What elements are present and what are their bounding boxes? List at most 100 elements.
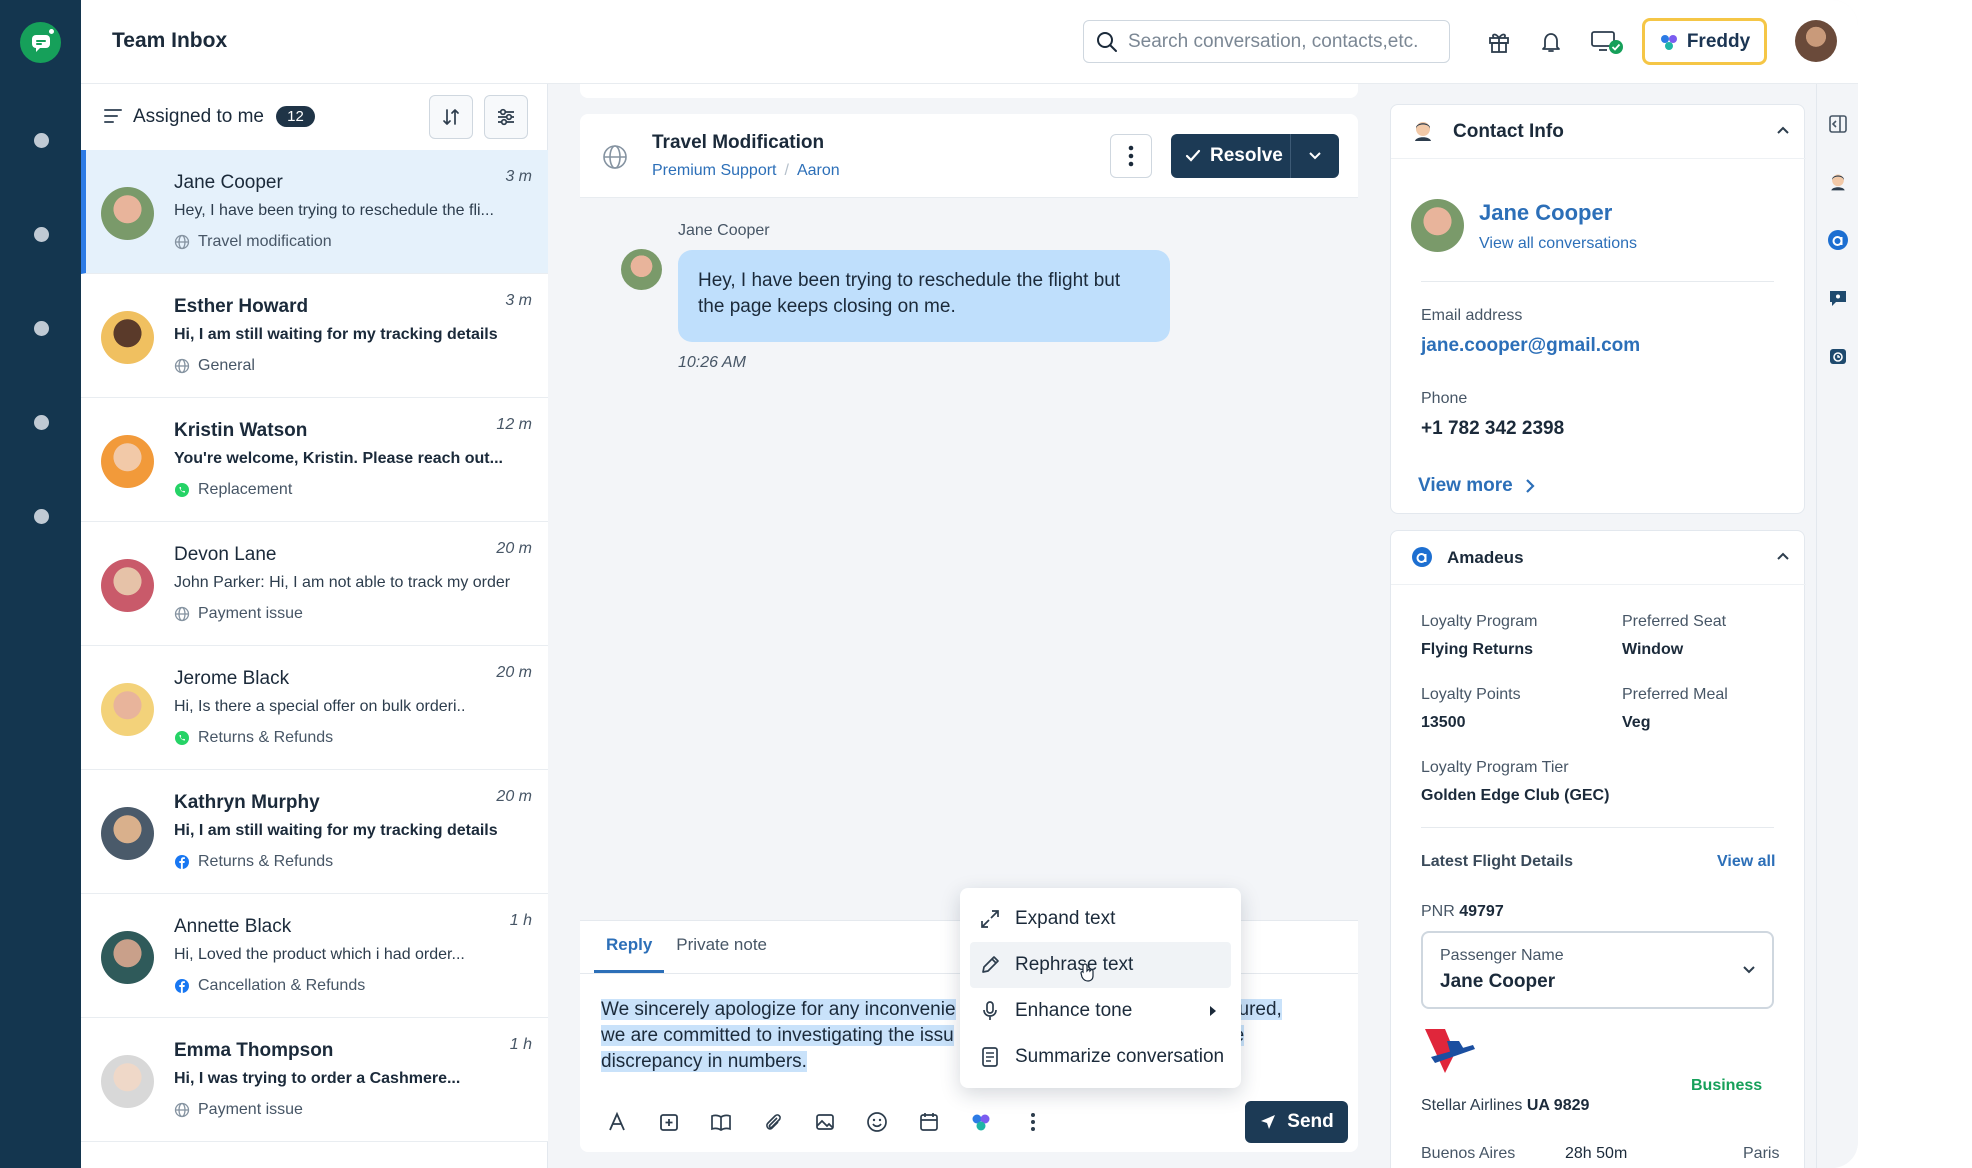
conversation-count-badge: 12 bbox=[276, 106, 315, 127]
bell-icon[interactable] bbox=[1536, 27, 1566, 57]
sender-avatar bbox=[621, 249, 662, 290]
passenger-select[interactable]: Passenger Name Jane Cooper bbox=[1421, 931, 1774, 1009]
nav-item-3[interactable] bbox=[34, 321, 49, 336]
conversation-tag: Replacement bbox=[174, 481, 292, 499]
conversation-row[interactable]: Jane Cooper 3 m Hey, I have been trying to… bbox=[81, 150, 548, 274]
search-input[interactable] bbox=[1128, 30, 1428, 53]
amadeus-app-icon[interactable] bbox=[1826, 228, 1850, 252]
more-tools-icon[interactable] bbox=[1020, 1109, 1046, 1135]
divider bbox=[1421, 827, 1774, 828]
conversation-tag-label: Travel modification bbox=[198, 233, 332, 250]
conversation-preview: You're welcome, Kristin. Please reach ou… bbox=[174, 450, 503, 467]
nav-item-4[interactable] bbox=[34, 415, 49, 430]
agent-status-icon[interactable] bbox=[1589, 27, 1625, 57]
emoji-icon[interactable] bbox=[864, 1109, 890, 1135]
menu-item-rephrase-text[interactable]: Rephrase text bbox=[970, 942, 1231, 988]
contact-phone: +1 782 342 2398 bbox=[1421, 418, 1565, 439]
view-all-flights-link[interactable]: View all bbox=[1717, 853, 1775, 871]
conversation-row[interactable]: Annette Black 1 h Hi, Loved the product wh… bbox=[81, 894, 548, 1018]
conversation-tag-label: Payment issue bbox=[198, 1101, 303, 1118]
conversation-contact-name: Annette Black bbox=[174, 916, 292, 937]
calendar-icon[interactable] bbox=[916, 1109, 942, 1135]
gift-icon[interactable] bbox=[1484, 27, 1514, 57]
conversation-row[interactable]: Devon Lane 20 m John Parker: Hi, I am not … bbox=[81, 522, 548, 646]
resolve-dropdown-button[interactable] bbox=[1291, 151, 1338, 161]
collapse-panel-icon[interactable] bbox=[1826, 112, 1850, 136]
conversation-row[interactable]: Jerome Black 20 m Hi, Is there a special o… bbox=[81, 646, 548, 770]
contact-app-icon[interactable] bbox=[1826, 170, 1850, 194]
more-options-button[interactable] bbox=[1110, 134, 1152, 178]
sort-button[interactable] bbox=[429, 95, 473, 139]
user-avatar[interactable] bbox=[1795, 20, 1837, 62]
conversation-row[interactable]: Esther Howard 3 m Hi, I am still waiting f… bbox=[81, 274, 548, 398]
freddy-ai-button[interactable]: Freddy bbox=[1642, 18, 1767, 65]
contact-avatar bbox=[101, 1055, 154, 1108]
text-format-icon[interactable] bbox=[604, 1109, 630, 1135]
web-channel-icon bbox=[602, 144, 628, 170]
view-more-link[interactable]: View more bbox=[1418, 475, 1535, 497]
preferred-meal-label: Preferred Meal bbox=[1622, 686, 1728, 703]
canned-response-icon[interactable] bbox=[656, 1109, 682, 1135]
contact-avatar bbox=[101, 187, 154, 240]
nav-item-1[interactable] bbox=[34, 133, 49, 148]
contact-avatar bbox=[101, 559, 154, 612]
filter-label[interactable]: Assigned to me bbox=[133, 106, 264, 128]
menu-item-enhance-tone[interactable]: Enhance tone bbox=[970, 988, 1231, 1034]
group-link[interactable]: Premium Support bbox=[652, 162, 777, 180]
filter-menu-icon[interactable] bbox=[103, 107, 123, 125]
pen-icon bbox=[979, 954, 1001, 976]
composer-tabs: Reply Private note bbox=[594, 921, 779, 973]
conversation-preview: John Parker: Hi, I am not able to track … bbox=[174, 574, 511, 591]
conversation-tag-label: Cancellation & Refunds bbox=[198, 977, 366, 994]
chevron-up-icon[interactable] bbox=[1776, 125, 1790, 135]
flight-duration: 28h 50m bbox=[1565, 1145, 1628, 1162]
resolve-button[interactable]: Resolve bbox=[1171, 134, 1291, 178]
contact-email[interactable]: jane.cooper@gmail.com bbox=[1421, 335, 1640, 357]
nav-item-2[interactable] bbox=[34, 227, 49, 242]
conversation-row[interactable]: Kathryn Murphy 20 m Hi, I am still waiting… bbox=[81, 770, 548, 894]
freddy-ai-icon[interactable] bbox=[968, 1109, 994, 1135]
previous-card-edge bbox=[580, 84, 1358, 98]
tab-reply[interactable]: Reply bbox=[594, 921, 665, 973]
web-channel-icon bbox=[174, 1102, 190, 1118]
conversation-row[interactable]: Emma Thompson 1 h Hi, I was trying to orde… bbox=[81, 1018, 548, 1142]
send-label: Send bbox=[1287, 1111, 1334, 1132]
contact-info-header[interactable]: Contact Info bbox=[1391, 105, 1806, 159]
message-bubble: Hey, I have been trying to reschedule th… bbox=[678, 250, 1170, 342]
conversation-time: 1 h bbox=[509, 1036, 532, 1053]
contact-avatar bbox=[101, 435, 154, 488]
notification-badge bbox=[47, 27, 56, 36]
conversation-row[interactable]: Kristin Watson 12 m You're welcome, Kristi… bbox=[81, 398, 548, 522]
nav-item-5[interactable] bbox=[34, 509, 49, 524]
conversation-tag-label: Returns & Refunds bbox=[198, 853, 334, 870]
conversation-tag-label: Payment issue bbox=[198, 605, 303, 622]
tier-value: Golden Edge Club (GEC) bbox=[1421, 787, 1610, 804]
chat-app-icon[interactable] bbox=[1826, 286, 1850, 310]
amadeus-header[interactable]: Amadeus bbox=[1391, 531, 1806, 585]
filter-settings-button[interactable] bbox=[484, 95, 528, 139]
flight-number: UA 9829 bbox=[1526, 1097, 1590, 1114]
conversation-tag: Payment issue bbox=[174, 1101, 303, 1119]
search-box[interactable] bbox=[1083, 20, 1450, 63]
conversation-preview: Hi, Is there a special offer on bulk ord… bbox=[174, 698, 466, 715]
expand-text-label: Expand text bbox=[1015, 908, 1116, 929]
view-all-conversations-link[interactable]: View all conversations bbox=[1479, 235, 1637, 253]
agent-link[interactable]: Aaron bbox=[797, 162, 840, 180]
reply-line-1: We sincerely apologize for any inconveni… bbox=[601, 999, 956, 1020]
menu-item-expand-text[interactable]: Expand text bbox=[970, 896, 1231, 942]
knowledge-base-icon[interactable] bbox=[708, 1109, 734, 1135]
facebook-icon bbox=[174, 978, 190, 994]
web-channel-icon bbox=[174, 358, 190, 374]
chevron-up-icon[interactable] bbox=[1776, 551, 1790, 561]
menu-item-summarize-conversation[interactable]: Summarize conversation bbox=[970, 1034, 1231, 1080]
attachment-icon[interactable] bbox=[760, 1109, 786, 1135]
app-logo-icon[interactable] bbox=[20, 22, 61, 63]
tab-private-note[interactable]: Private note bbox=[664, 921, 779, 973]
pnr-row: PNR 49797 bbox=[1421, 903, 1504, 921]
image-icon[interactable] bbox=[812, 1109, 838, 1135]
conversation-contact-name: Devon Lane bbox=[174, 544, 277, 565]
conversation-list-panel: Assigned to me 12 Jane Cooper 3 m Hey, I h… bbox=[81, 84, 548, 1168]
alarm-app-icon[interactable] bbox=[1826, 344, 1850, 368]
contact-name[interactable]: Jane Cooper bbox=[1479, 200, 1612, 226]
send-button[interactable]: Send bbox=[1245, 1101, 1348, 1143]
